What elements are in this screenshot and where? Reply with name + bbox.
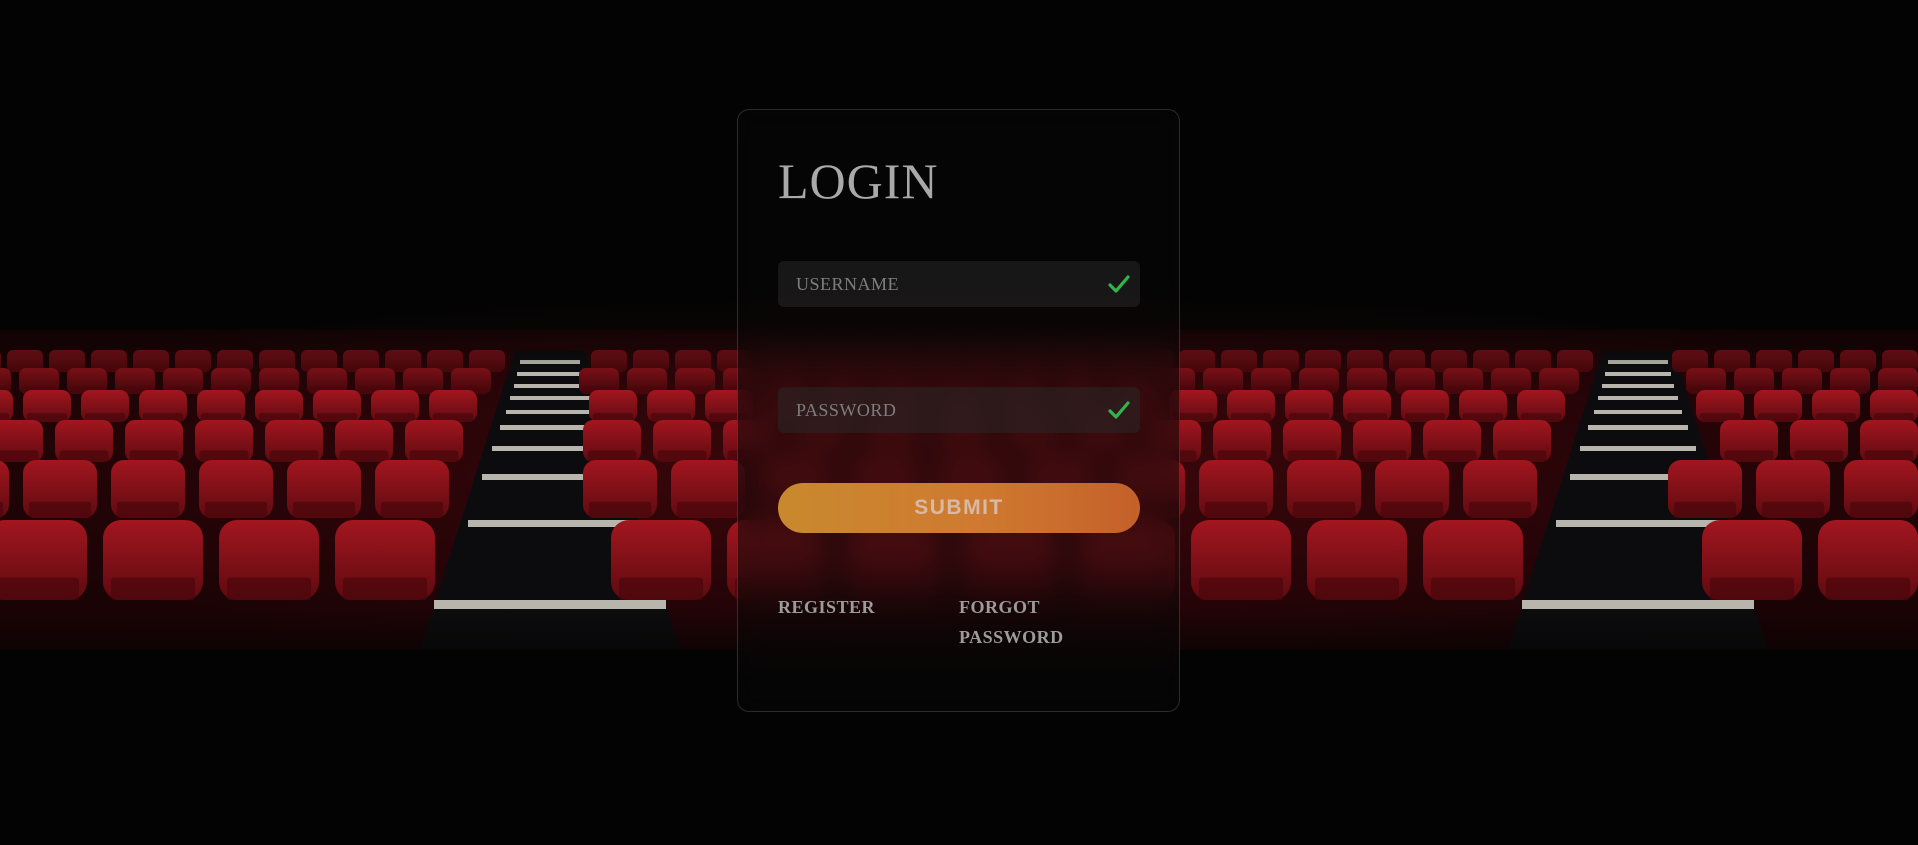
- login-title: LOGIN: [778, 153, 939, 209]
- login-card: LOGIN SUBMIT REGISTER FORGOT PASSWORD: [737, 109, 1180, 712]
- password-field: [778, 387, 1140, 433]
- check-icon: [1108, 275, 1130, 293]
- login-page: LOGIN SUBMIT REGISTER FORGOT PASSWORD: [0, 0, 1918, 845]
- check-icon: [1108, 401, 1130, 419]
- submit-button[interactable]: SUBMIT: [778, 483, 1140, 533]
- forgot-password-link[interactable]: FORGOT PASSWORD: [959, 592, 1089, 652]
- register-link[interactable]: REGISTER: [778, 592, 898, 622]
- username-field: [778, 261, 1140, 307]
- username-input[interactable]: [778, 261, 1140, 307]
- password-input[interactable]: [778, 387, 1140, 433]
